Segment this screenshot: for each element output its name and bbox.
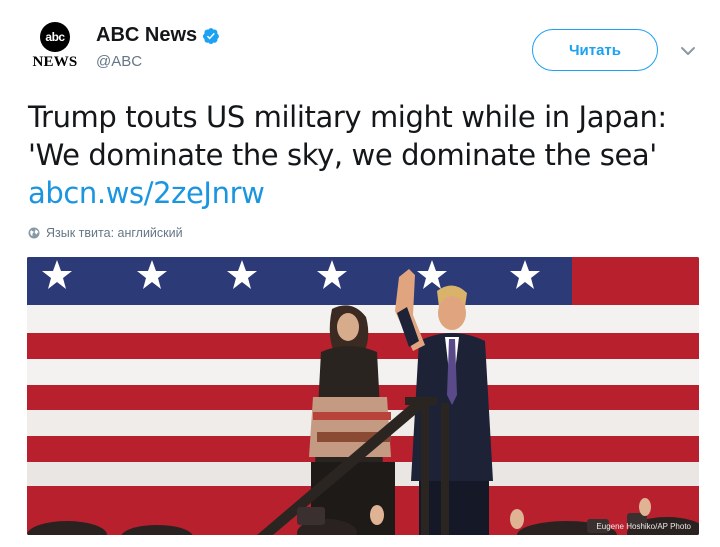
tweet-link[interactable]: abcn.ws/2zeJnrw bbox=[28, 174, 708, 212]
verified-badge-icon bbox=[203, 27, 220, 44]
tweet-photo[interactable]: Eugene Hoshiko/AP Photo bbox=[27, 257, 699, 535]
photo-credit: Eugene Hoshiko/AP Photo bbox=[596, 522, 691, 531]
tweet-line-2: 'We dominate the sky, we dominate the se… bbox=[28, 138, 657, 172]
tweet-line-1: Trump touts US military might while in J… bbox=[28, 100, 667, 134]
tweet-language-note: Язык твита: английский bbox=[28, 226, 183, 240]
avatar[interactable]: abc NEWS bbox=[28, 22, 82, 72]
name-row: ABC News bbox=[96, 24, 220, 47]
avatar-news-text: NEWS bbox=[32, 54, 78, 70]
handle[interactable]: @ABC bbox=[96, 53, 220, 70]
photo-scene bbox=[27, 257, 699, 535]
account-info[interactable]: ABC News @ABC bbox=[96, 24, 220, 70]
chevron-down-icon[interactable] bbox=[679, 42, 697, 60]
language-text: Язык твита: английский bbox=[46, 226, 183, 240]
follow-button[interactable]: Читать bbox=[532, 29, 658, 71]
tweet-text: Trump touts US military might while in J… bbox=[28, 98, 708, 212]
globe-icon bbox=[28, 227, 40, 239]
display-name[interactable]: ABC News bbox=[96, 24, 197, 47]
avatar-logo-text: abc bbox=[45, 30, 65, 44]
abc-logo-icon: abc bbox=[40, 22, 70, 52]
